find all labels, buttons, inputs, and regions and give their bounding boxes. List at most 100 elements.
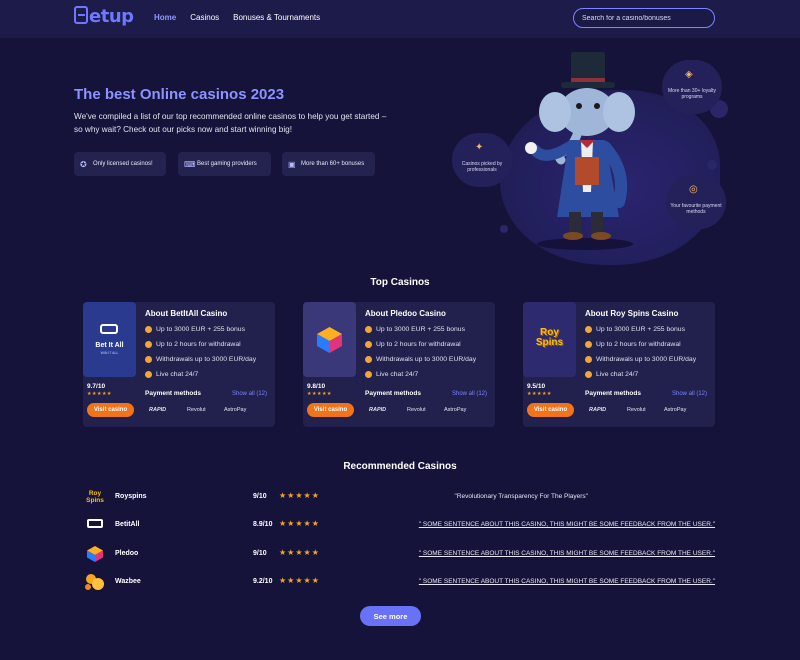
payment-astropay: AstroPay [444, 407, 467, 413]
payment-astropay: AstroPay [224, 407, 247, 413]
visit-casino-button[interactable]: Visit casino [87, 403, 134, 417]
payment-rapid: RAPID [589, 407, 607, 413]
award-icon: ✪ [80, 159, 87, 169]
top-casinos-title: Top Casinos [370, 277, 430, 288]
card-feature: Up to 2 hours for withdrawal [145, 341, 241, 348]
elephant-mascot-image [525, 52, 635, 250]
recommended-row-betitall[interactable]: BetitAll 8.9/10 ★★★★★ " SOME SENTENCE AB… [83, 514, 723, 536]
nav-bonuses-tournaments[interactable]: Bonuses & Tournaments [233, 13, 320, 22]
betitall-small-logo [83, 516, 107, 534]
casino-name: BetitAll [115, 521, 140, 528]
rating-stars: ★★★★★ [307, 391, 332, 397]
clock-icon [145, 341, 152, 348]
visit-casino-button[interactable]: Visit casino [527, 403, 574, 417]
royspins-logo: Roy Spins [523, 302, 576, 377]
card-rating: 9.5/10 [527, 383, 546, 390]
rating-stars: ★★★★★ [527, 391, 552, 397]
payment-revolut: Revolut [627, 407, 646, 413]
badge-payments: ◎ Your favourite payment methods [666, 175, 726, 229]
badge-label: More than 30+ loyalty programs [668, 88, 716, 100]
rating-stars: ★★★★★ [279, 491, 320, 500]
feature-text: Up to 2 hours for withdrawal [156, 341, 241, 348]
nav-home[interactable]: Home [154, 13, 176, 22]
card-feature: Withdrawals up to 3000 EUR/day [585, 356, 696, 363]
recommended-row-wazbee[interactable]: Wazbee 9.2/10 ★★★★★ " SOME SENTENCE ABOU… [83, 571, 723, 593]
betitall-logo-text: Bet It All [95, 342, 124, 349]
card-feature: Withdrawals up to 3000 EUR/day [365, 356, 476, 363]
decor-dot [707, 160, 717, 170]
pill-providers: ⌨ Best gaming providers [178, 152, 271, 176]
pledoo-logo [303, 302, 356, 377]
casino-score: 8.9/10 [253, 521, 273, 528]
rating-stars: ★★★★★ [279, 519, 320, 528]
show-all-link[interactable]: Show all (12) [452, 391, 487, 397]
payment-revolut: Revolut [407, 407, 426, 413]
badge-label: Casinos picked by professionals [461, 161, 503, 173]
card-feature: Up to 3000 EUR + 255 bonus [585, 326, 685, 333]
crown-icon [100, 324, 118, 334]
royspins-logo-text: Roy Spins [535, 327, 564, 348]
payment-revolut: Revolut [187, 407, 206, 413]
gamepad-icon: ⌨ [184, 159, 196, 169]
gift-icon [585, 326, 592, 333]
recommended-row-pledoo[interactable]: Pledoo 9/10 ★★★★★ " SOME SENTENCE ABOUT … [83, 543, 723, 565]
casino-name: Wazbee [115, 578, 141, 585]
hero-title: The best Online casinos 2023 [74, 86, 285, 103]
feature-text: Up to 2 hours for withdrawal [596, 341, 681, 348]
betitall-logo-sub: WIN IT ALL [100, 351, 119, 355]
coins-icon: ◎ [689, 184, 698, 195]
feature-text: Live chat 24/7 [596, 371, 639, 378]
nav-casinos[interactable]: Casinos [190, 13, 219, 22]
top-navbar: etup Home Casinos Bonuses & Tournaments [0, 0, 800, 38]
search-input[interactable] [573, 8, 715, 28]
chat-icon [585, 371, 592, 378]
chat-icon [145, 371, 152, 378]
card-feature: Up to 3000 EUR + 255 bonus [365, 326, 465, 333]
card-feature: Live chat 24/7 [145, 371, 198, 378]
payment-methods-label: Payment methods [585, 390, 641, 397]
casino-score: 9.2/10 [253, 578, 273, 585]
payment-rapid: RAPID [369, 407, 387, 413]
casino-comment: " SOME SENTENCE ABOUT THIS CASINO, THIS … [418, 550, 715, 557]
card-feature: Live chat 24/7 [585, 371, 638, 378]
card-rating: 9.7/10 [87, 383, 106, 390]
pill-label: Best gaming providers [197, 161, 257, 167]
casino-score: 9/10 [253, 493, 267, 500]
casino-comment: "Revolutionary Transparency For The Play… [454, 493, 588, 500]
visit-casino-button[interactable]: Visit casino [307, 403, 354, 417]
pill-label: Only licensed casinos! [93, 161, 153, 167]
chat-icon [365, 371, 372, 378]
logo-text: etup [89, 6, 134, 27]
pill-bonuses: ▣ More than 60+ bonuses [282, 152, 375, 176]
site-logo[interactable]: etup [74, 6, 134, 27]
crown-icon [87, 519, 103, 528]
casino-card-royspins: Roy Spins About Roy Spins Casino Up to 3… [523, 302, 715, 427]
tag-icon: ◈ [685, 69, 693, 80]
wallet-icon [145, 356, 152, 363]
feature-text: Withdrawals up to 3000 EUR/day [156, 356, 257, 363]
feature-text: Withdrawals up to 3000 EUR/day [376, 356, 477, 363]
payment-rapid: RAPID [149, 407, 167, 413]
payment-methods-label: Payment methods [145, 390, 201, 397]
card-feature: Withdrawals up to 3000 EUR/day [145, 356, 256, 363]
pledoo-cube-icon [87, 546, 103, 562]
casino-name: Royspins [115, 493, 147, 500]
badge-professionals: ✦ Casinos picked by professionals [452, 133, 512, 187]
show-all-link[interactable]: Show all (12) [232, 391, 267, 397]
feature-text: Live chat 24/7 [376, 371, 419, 378]
gift-icon: ▣ [288, 159, 296, 169]
card-feature: Up to 2 hours for withdrawal [365, 341, 461, 348]
see-more-button[interactable]: See more [360, 606, 421, 626]
badge-label: Your favourite payment methods [670, 203, 722, 215]
recommended-row-royspins[interactable]: Roy Spins Royspins 9/10 ★★★★★ "Revolutio… [83, 486, 723, 508]
wazbee-logo-icon [85, 574, 104, 590]
logo-b-mark [74, 6, 88, 24]
main-nav: Home Casinos Bonuses & Tournaments [154, 13, 320, 22]
card-feature: Live chat 24/7 [365, 371, 418, 378]
casino-score: 9/10 [253, 550, 267, 557]
show-all-link[interactable]: Show all (12) [672, 391, 707, 397]
badge-loyalty: ◈ More than 30+ loyalty programs [662, 60, 722, 114]
casino-comment: " SOME SENTENCE ABOUT THIS CASINO, THIS … [418, 578, 715, 585]
feature-text: Live chat 24/7 [156, 371, 199, 378]
feature-text: Withdrawals up to 3000 EUR/day [596, 356, 697, 363]
